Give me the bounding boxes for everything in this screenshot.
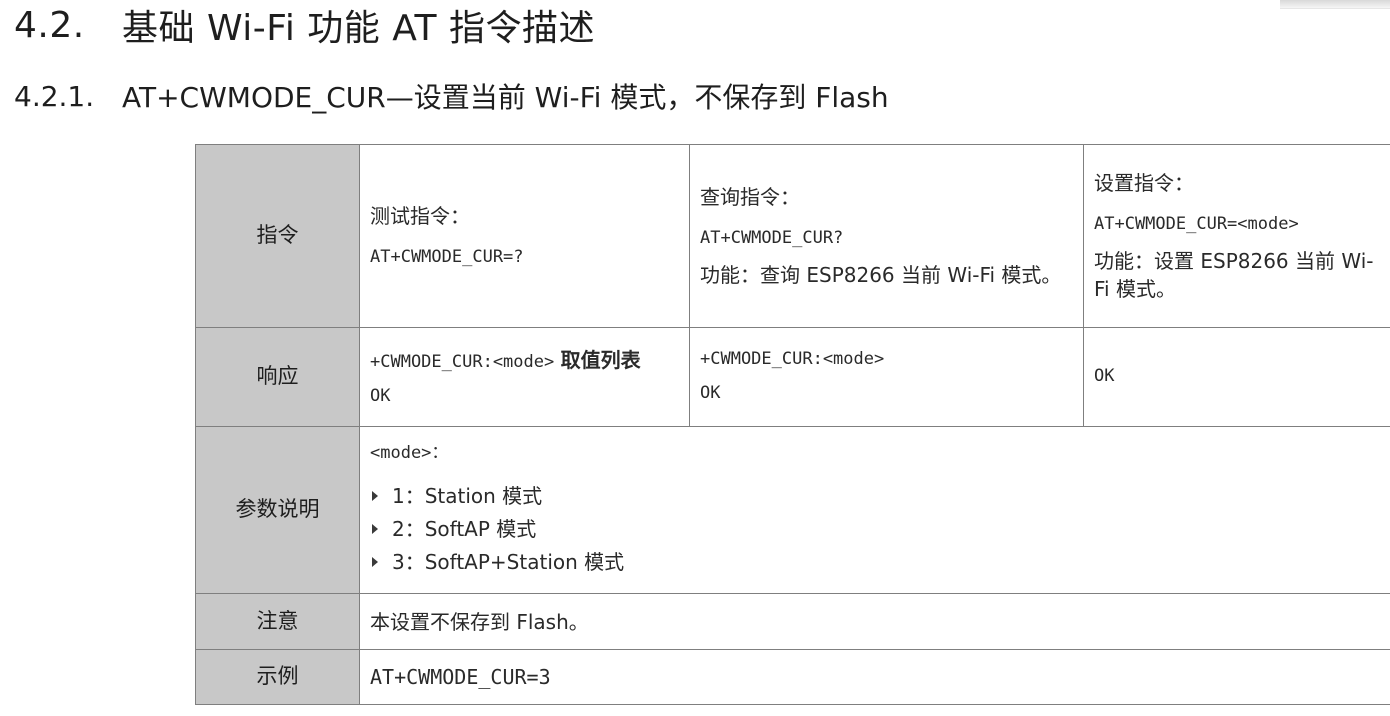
set-response-ok: OK — [1094, 366, 1115, 387]
test-response-suffix: 取值列表 — [560, 347, 641, 372]
mode-item-text: 1：Station 模式 — [392, 483, 543, 508]
query-command-code: AT+CWMODE_CUR? — [700, 228, 844, 249]
test-response-code: +CWMODE_CUR:<mode> — [370, 351, 555, 372]
note-row: 注意 本设置不保存到 Flash。 — [195, 593, 1390, 650]
query-command-desc: 功能：查询 ESP8266 当前 Wi-Fi 模式。 — [700, 262, 1062, 287]
bullet-triangle-icon — [372, 490, 378, 501]
section-title: 基础 Wi-Fi 功能 AT 指令描述 — [122, 8, 595, 49]
query-response-ok: OK — [700, 383, 721, 403]
mode-item-text: 2：SoftAP 模式 — [392, 516, 537, 541]
set-command-title: 设置指令： — [1094, 171, 1194, 196]
mode-item-text: 3：SoftAP+Station 模式 — [392, 549, 625, 574]
set-command-code: AT+CWMODE_CUR=<mode> — [1094, 214, 1299, 235]
command-label: 指令 — [195, 144, 360, 328]
set-response-cell: OK — [1083, 327, 1390, 427]
params-row: 参数说明 <mode>： 1：Station 模式 2：SoftAP 模式 3：… — [195, 426, 1390, 594]
note-cell: 本设置不保存到 Flash。 — [359, 593, 1390, 650]
params-cell: <mode>： 1：Station 模式 2：SoftAP 模式 3：SoftA… — [359, 426, 1390, 594]
mode-list-item: 3：SoftAP+Station 模式 — [370, 545, 1385, 578]
subsection-heading: 4.2.1. AT+CWMODE_CUR—设置当前 Wi-Fi 模式，不保存到 … — [14, 76, 889, 116]
note-label: 注意 — [195, 593, 360, 650]
params-label: 参数说明 — [195, 426, 360, 594]
test-response-line: +CWMODE_CUR:<mode> 取值列表 — [370, 346, 679, 375]
test-command-cell: 测试指令： AT+CWMODE_CUR=? — [359, 144, 690, 328]
test-command-code: AT+CWMODE_CUR=? — [370, 247, 524, 268]
param-name: <mode>： — [370, 442, 449, 463]
query-command-cell: 查询指令： AT+CWMODE_CUR? 功能：查询 ESP8266 当前 Wi… — [689, 144, 1084, 328]
set-command-desc: 功能：设置 ESP8266 当前 Wi-Fi 模式。 — [1094, 248, 1374, 301]
mode-list-item: 1：Station 模式 — [370, 479, 1385, 512]
mode-list-item: 2：SoftAP 模式 — [370, 512, 1385, 545]
test-response-cell: +CWMODE_CUR:<mode> 取值列表 OK — [359, 327, 690, 427]
query-response-code: +CWMODE_CUR:<mode> — [700, 349, 885, 370]
example-label: 示例 — [195, 649, 360, 705]
subsection-number: 4.2.1. — [14, 79, 95, 113]
mode-list: 1：Station 模式 2：SoftAP 模式 3：SoftAP+Statio… — [370, 479, 1385, 578]
example-cell: AT+CWMODE_CUR=3 — [359, 649, 1390, 705]
response-label: 响应 — [195, 327, 360, 427]
at-command-table: 指令 测试指令： AT+CWMODE_CUR=? 查询指令： AT+CWMODE… — [195, 144, 1390, 705]
response-row: 响应 +CWMODE_CUR:<mode> 取值列表 OK +CWMODE_CU… — [195, 327, 1390, 427]
section-number: 4.2. — [14, 4, 85, 46]
subsection-title: AT+CWMODE_CUR—设置当前 Wi-Fi 模式，不保存到 Flash — [122, 81, 889, 114]
page-corner-shadow — [1280, 0, 1390, 9]
bullet-triangle-icon — [372, 523, 378, 534]
example-row: 示例 AT+CWMODE_CUR=3 — [195, 649, 1390, 705]
command-row: 指令 测试指令： AT+CWMODE_CUR=? 查询指令： AT+CWMODE… — [195, 144, 1390, 328]
section-heading: 4.2. 基础 Wi-Fi 功能 AT 指令描述 — [14, 2, 595, 50]
test-command-title: 测试指令： — [370, 204, 470, 229]
query-response-cell: +CWMODE_CUR:<mode> OK — [689, 327, 1084, 427]
test-response-ok: OK — [370, 385, 391, 406]
query-command-title: 查询指令： — [700, 185, 800, 210]
bullet-triangle-icon — [372, 556, 378, 567]
set-command-cell: 设置指令： AT+CWMODE_CUR=<mode> 功能：设置 ESP8266… — [1083, 144, 1390, 328]
